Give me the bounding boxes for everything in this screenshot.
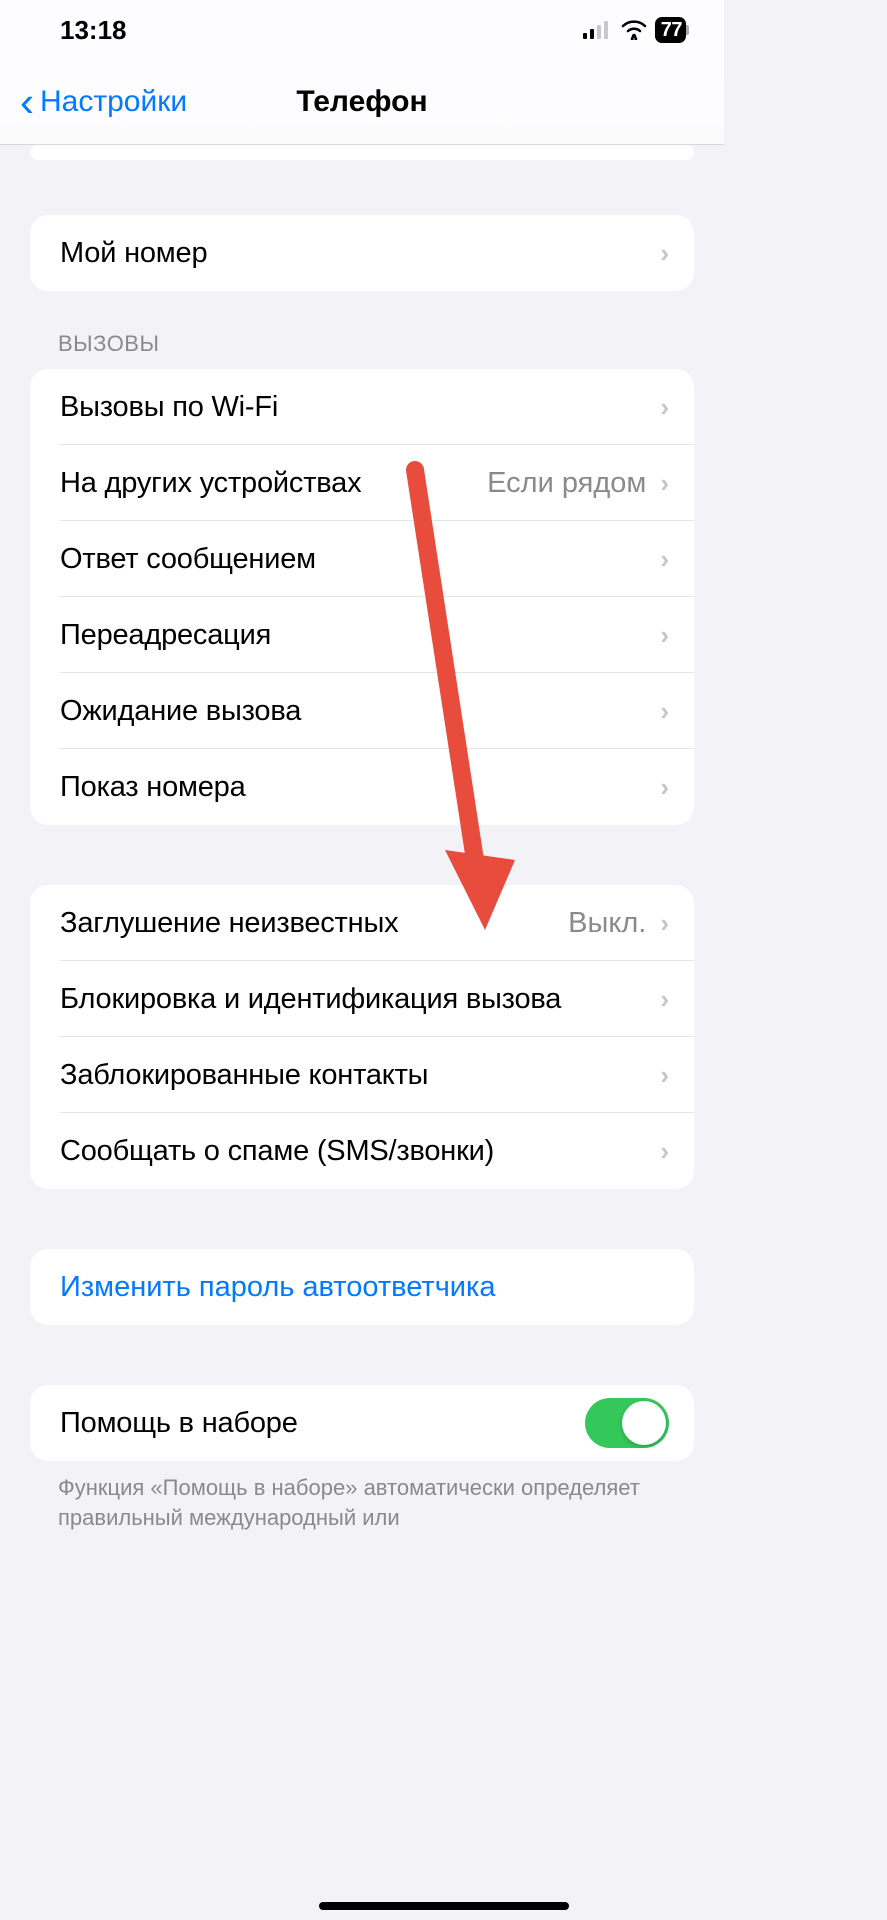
battery-level: 77 <box>655 17 686 43</box>
report-spam-row[interactable]: Сообщать о спаме (SMS/звонки) › <box>30 1113 694 1189</box>
navigation-bar: ‹ Настройки Телефон <box>0 60 724 145</box>
row-label: Ответ сообщением <box>60 543 660 576</box>
reply-with-message-row[interactable]: Ответ сообщением › <box>30 521 694 597</box>
row-label: Блокировка и идентификация вызова <box>60 983 660 1016</box>
battery-indicator: 77 <box>655 17 689 43</box>
row-label: Заглушение неизвестных <box>60 907 568 940</box>
back-button[interactable]: ‹ Настройки <box>20 81 187 123</box>
dial-assist-row: Помощь в наборе <box>30 1385 694 1461</box>
row-value: Выкл. <box>568 907 646 940</box>
row-label: Мой номер <box>60 237 660 270</box>
chevron-right-icon: › <box>660 772 669 803</box>
status-right: 77 <box>583 17 689 43</box>
status-bar: 13:18 77 <box>0 0 724 60</box>
call-forwarding-row[interactable]: Переадресация › <box>30 597 694 673</box>
row-label: Заблокированные контакты <box>60 1059 660 1092</box>
call-waiting-row[interactable]: Ожидание вызова › <box>30 673 694 749</box>
row-label: Ожидание вызова <box>60 695 660 728</box>
silence-unknown-row[interactable]: Заглушение неизвестных Выкл. › <box>30 885 694 961</box>
chevron-right-icon: › <box>660 1136 669 1167</box>
wifi-icon <box>621 20 647 40</box>
link-label: Изменить пароль автоответчика <box>60 1271 495 1304</box>
show-caller-id-row[interactable]: Показ номера › <box>30 749 694 825</box>
chevron-left-icon: ‹ <box>20 81 34 123</box>
chevron-right-icon: › <box>660 468 669 499</box>
previous-group-bottom <box>30 145 694 160</box>
chevron-right-icon: › <box>660 908 669 939</box>
my-number-row[interactable]: Мой номер › <box>30 215 694 291</box>
row-label: На других устройствах <box>60 467 487 500</box>
dial-assist-group: Помощь в наборе <box>30 1385 694 1461</box>
clock: 13:18 <box>60 15 127 46</box>
blocked-contacts-row[interactable]: Заблокированные контакты › <box>30 1037 694 1113</box>
row-label: Помощь в наборе <box>60 1407 585 1440</box>
chevron-right-icon: › <box>660 696 669 727</box>
block-id-row[interactable]: Блокировка и идентификация вызова › <box>30 961 694 1037</box>
my-number-group: Мой номер › <box>30 215 694 291</box>
row-label: Вызовы по Wi-Fi <box>60 391 660 424</box>
dial-assist-toggle[interactable] <box>585 1398 669 1448</box>
row-value: Если рядом <box>487 467 646 500</box>
page-title: Телефон <box>296 85 427 119</box>
blocking-group: Заглушение неизвестных Выкл. › Блокировк… <box>30 885 694 1189</box>
back-label: Настройки <box>40 85 187 119</box>
dial-assist-footer: Функция «Помощь в наборе» автоматически … <box>0 1461 724 1532</box>
chevron-right-icon: › <box>660 984 669 1015</box>
chevron-right-icon: › <box>660 1060 669 1091</box>
row-label: Переадресация <box>60 619 660 652</box>
other-devices-row[interactable]: На других устройствах Если рядом › <box>30 445 694 521</box>
calls-group: Вызовы по Wi-Fi › На других устройствах … <box>30 369 694 825</box>
row-label: Показ номера <box>60 771 660 804</box>
home-indicator[interactable] <box>319 1902 569 1910</box>
chevron-right-icon: › <box>660 238 669 269</box>
calls-header: ВЫЗОВЫ <box>0 291 724 369</box>
row-label: Сообщать о спаме (SMS/звонки) <box>60 1135 660 1168</box>
toggle-knob <box>622 1401 666 1445</box>
chevron-right-icon: › <box>660 544 669 575</box>
change-voicemail-password-row[interactable]: Изменить пароль автоответчика <box>30 1249 694 1325</box>
chevron-right-icon: › <box>660 392 669 423</box>
cellular-signal-icon <box>583 21 613 39</box>
wifi-calling-row[interactable]: Вызовы по Wi-Fi › <box>30 369 694 445</box>
voicemail-group: Изменить пароль автоответчика <box>30 1249 694 1325</box>
chevron-right-icon: › <box>660 620 669 651</box>
